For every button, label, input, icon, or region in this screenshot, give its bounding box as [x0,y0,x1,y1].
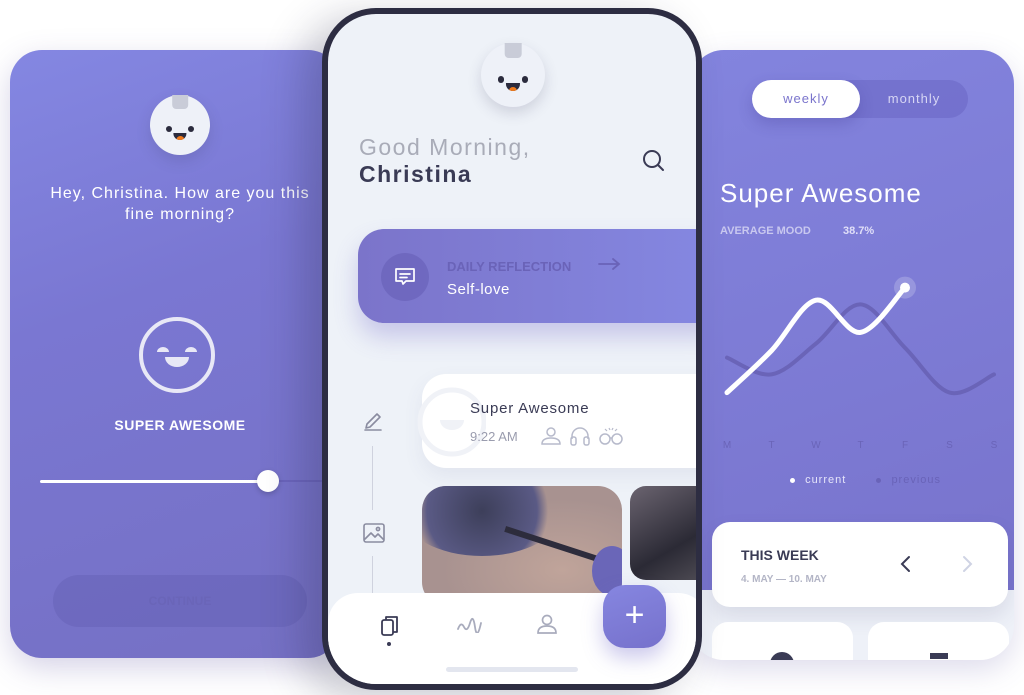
day-tick-label: T [768,440,774,450]
plus-icon: + [624,596,645,634]
stat-card [712,622,853,660]
reflection-subtitle: Self-love [447,281,510,298]
tab-weekly[interactable]: weekly [752,80,860,118]
entry-time: 9:22 AM [470,429,518,444]
week-title: THIS WEEK [741,547,819,563]
checkin-question: Hey, Christina. How are you this fine mo… [50,185,310,223]
continue-label: CONTINUE [148,594,212,608]
mood-checkin-screen: Hey, Christina. How are you this fine mo… [10,50,340,658]
day-tick-label: S [946,440,953,450]
home-indicator [446,667,578,672]
tab-monthly-label: monthly [887,91,941,106]
photo-forest[interactable] [630,486,696,580]
average-mood-value: 38.7% [843,225,875,237]
previous-week-chevron-icon[interactable] [898,555,914,573]
tab-monthly[interactable]: monthly [860,80,968,118]
active-nav-dot [387,642,391,646]
user-name: Christina [359,161,473,187]
average-mood-label: AVERAGE MOOD [720,225,811,237]
arrow-right-icon [598,258,621,270]
person-icon [541,427,561,445]
profile-icon[interactable] [535,613,559,635]
mood-label: SUPER AWESOME [114,417,246,433]
timeline-line [372,556,373,596]
legend-previous-dot [876,477,882,483]
mood-slider[interactable] [40,470,340,492]
legend-current: current [805,474,847,486]
photo-blossom[interactable] [422,486,622,606]
robot-avatar [481,43,545,107]
greeting: Good Morning, [359,134,531,160]
day-tick-label: F [902,440,908,450]
day-tick-label: W [811,440,821,450]
journal-icon[interactable] [378,613,402,639]
period-toggle: weekly monthly [752,80,968,118]
week-range: 4. MAY — 10. MAY [741,574,827,585]
slider-thumb[interactable] [257,470,279,492]
image-icon [363,523,385,543]
add-entry-button[interactable]: + [603,585,666,648]
series-line-current [724,285,908,396]
stats-title: Super Awesome [720,178,922,208]
chart-legend: current previous [790,474,941,486]
pencil-icon [364,413,382,431]
robot-avatar [150,95,210,155]
super-awesome-face-icon [139,317,215,393]
journal-entry-card[interactable]: Super Awesome 9:22 AM [417,374,696,468]
series-line-previous [725,302,996,396]
chat-icon [381,253,429,301]
glasses-icon [599,427,623,445]
timeline-line [372,446,373,510]
mood-stats-screen: weekly monthly Super Awesome AVERAGE MOO… [690,50,1014,660]
reflection-title: DAILY REFLECTION [447,259,572,274]
legend-current-dot [790,477,795,483]
stat-card [868,622,1009,660]
day-tick-label: S [991,440,998,450]
daily-reflection-card[interactable]: DAILY REFLECTION Self-love [358,229,696,323]
faded-smiley-icon [417,387,486,457]
this-week-card: THIS WEEK 4. MAY — 10. MAY [712,522,1008,607]
current-point [900,282,910,293]
headphones-icon [570,427,590,446]
mood-line-chart: MTWTFSS [723,276,998,450]
legend-previous: previous [891,474,942,486]
home-screen-phone: Good Morning, Christina DAILY REFLECTION… [322,8,702,690]
entry-mood: Super Awesome [470,400,590,417]
continue-button[interactable]: CONTINUE [53,575,307,627]
mood-chart-icon[interactable] [456,615,484,633]
day-tick-label: M [723,440,731,450]
day-tick-label: T [857,440,863,450]
tab-weekly-label: weekly [783,91,829,106]
search-icon[interactable] [641,148,667,174]
next-week-chevron-icon[interactable] [959,555,975,573]
